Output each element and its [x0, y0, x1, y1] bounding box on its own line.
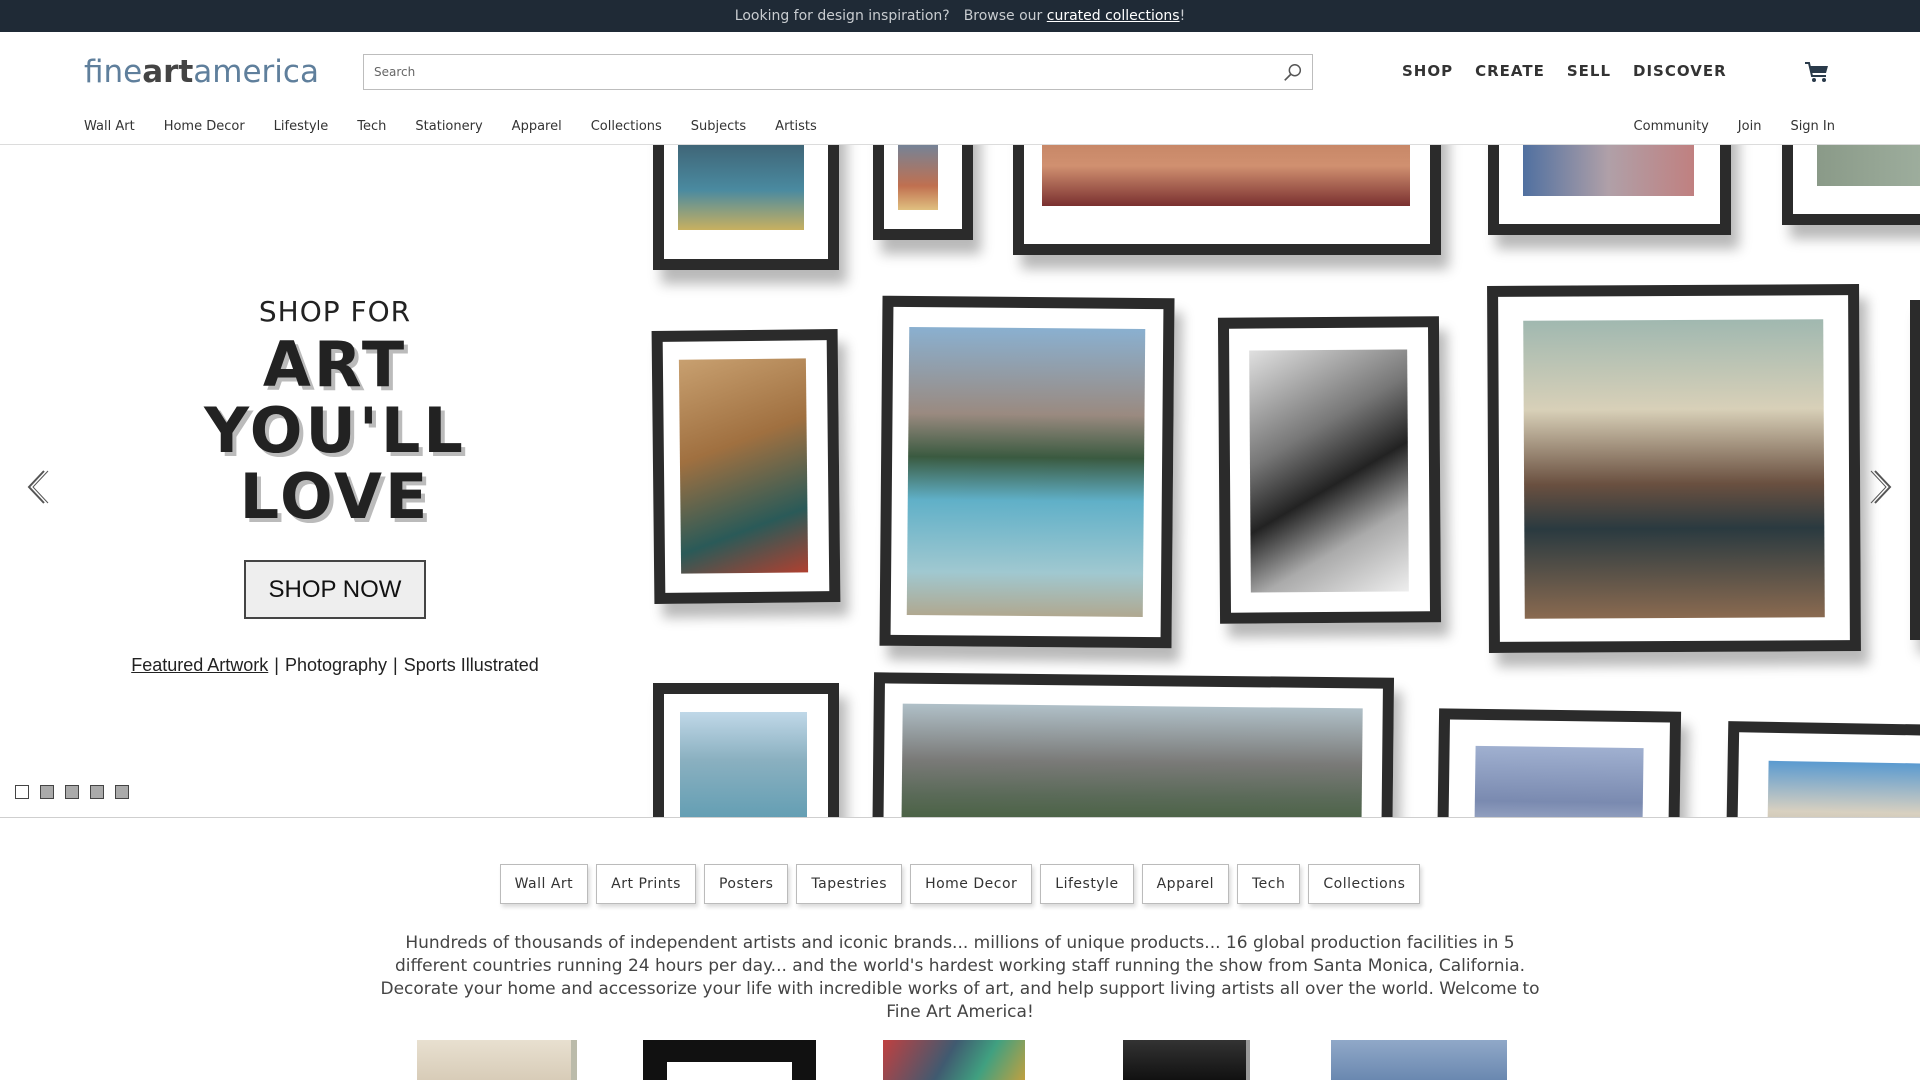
- framed-artwork: [653, 683, 839, 817]
- subnav-artists[interactable]: Artists: [775, 119, 817, 134]
- hero-kicker: SHOP FOR: [258, 295, 412, 328]
- framed-artwork: [1725, 721, 1920, 817]
- framed-artwork: [1488, 145, 1731, 235]
- shop-now-button[interactable]: SHOP NOW: [244, 560, 426, 619]
- framed-artwork: [653, 145, 839, 270]
- nav-discover[interactable]: DISCOVER: [1633, 62, 1727, 80]
- subnav-stationery[interactable]: Stationery: [415, 119, 482, 134]
- nav-shop[interactable]: SHOP: [1402, 62, 1453, 80]
- promo-text: Looking for design inspiration?: [734, 8, 950, 24]
- prev-slide-icon[interactable]: [24, 467, 50, 507]
- curated-collections-link[interactable]: curated collections: [1047, 8, 1180, 24]
- search-input[interactable]: [364, 55, 1312, 89]
- account-nav: Community Join Sign In: [1634, 119, 1835, 134]
- nav-sign-in[interactable]: Sign In: [1790, 119, 1835, 134]
- slide-dot-2[interactable]: [40, 785, 54, 799]
- category-lifestyle[interactable]: Lifestyle: [1040, 864, 1134, 904]
- product-thumbnail[interactable]: [417, 1040, 577, 1080]
- sub-nav: Wall Art Home Decor Lifestyle Tech Stati…: [84, 119, 817, 134]
- framed-artwork: [1910, 300, 1920, 640]
- framed-artwork: [1436, 708, 1682, 817]
- subnav-apparel[interactable]: Apparel: [512, 119, 562, 134]
- hero-banner: SHOP FOR ART YOU'LL LOVE SHOP NOW Featur…: [0, 145, 1920, 818]
- hero-text-block: SHOP FOR ART YOU'LL LOVE SHOP NOW Featur…: [130, 295, 540, 676]
- hero-headline: ART YOU'LL LOVE: [204, 328, 466, 533]
- category-buttons: Wall Art Art Prints Posters Tapestries H…: [0, 864, 1920, 904]
- category-collections[interactable]: Collections: [1308, 864, 1421, 904]
- nav-create[interactable]: CREATE: [1475, 62, 1545, 80]
- hero-links: Featured Artwork | Photography | Sports Illu…: [131, 655, 539, 675]
- framed-artwork: [1013, 145, 1441, 255]
- category-tapestries[interactable]: Tapestries: [796, 864, 903, 904]
- product-thumbnail[interactable]: [643, 1040, 816, 1080]
- product-thumbnail[interactable]: [883, 1040, 1025, 1080]
- promo-browse: Browse our curated collections!: [963, 8, 1186, 24]
- category-apparel[interactable]: Apparel: [1141, 864, 1229, 904]
- subnav-lifestyle[interactable]: Lifestyle: [274, 119, 329, 134]
- framed-artwork: [873, 145, 973, 240]
- category-wall-art[interactable]: Wall Art: [499, 864, 589, 904]
- nav-join[interactable]: Join: [1738, 119, 1762, 134]
- promo-bar: Looking for design inspiration? Browse o…: [0, 0, 1920, 32]
- slide-indicators: [15, 785, 129, 799]
- site-header: fineartamerica SHOP CREATE SELL DISCOVER…: [0, 32, 1920, 145]
- subnav-tech[interactable]: Tech: [357, 119, 386, 134]
- subnav-home-decor[interactable]: Home Decor: [164, 119, 245, 134]
- search-box: [363, 54, 1313, 90]
- subnav-collections[interactable]: Collections: [591, 119, 662, 134]
- category-home-decor[interactable]: Home Decor: [910, 864, 1033, 904]
- slide-dot-4[interactable]: [90, 785, 104, 799]
- link-sports-illustrated[interactable]: Sports Illustrated: [404, 655, 539, 675]
- nav-community[interactable]: Community: [1634, 119, 1709, 134]
- framed-artwork: [1782, 145, 1920, 225]
- framed-artwork: [879, 295, 1175, 649]
- framed-artwork: [1487, 284, 1861, 653]
- logo[interactable]: fineartamerica: [84, 54, 319, 90]
- product-thumbnail[interactable]: [1123, 1040, 1250, 1080]
- cart-icon[interactable]: [1804, 60, 1830, 84]
- subnav-wall-art[interactable]: Wall Art: [84, 119, 135, 134]
- search-icon[interactable]: [1282, 62, 1304, 84]
- slide-dot-5[interactable]: [115, 785, 129, 799]
- intro-blurb: Hundreds of thousands of independent art…: [380, 933, 1540, 1022]
- product-thumbnail[interactable]: [1331, 1040, 1507, 1080]
- category-posters[interactable]: Posters: [703, 864, 789, 904]
- slide-dot-1[interactable]: [15, 785, 29, 799]
- main-nav: SHOP CREATE SELL DISCOVER: [1402, 62, 1727, 80]
- link-photography[interactable]: Photography: [285, 655, 387, 675]
- subnav-subjects[interactable]: Subjects: [691, 119, 746, 134]
- framed-artwork: [651, 329, 841, 604]
- category-tech[interactable]: Tech: [1237, 864, 1301, 904]
- framed-artwork: [871, 672, 1395, 817]
- framed-artwork: [1217, 316, 1442, 624]
- link-featured-artwork[interactable]: Featured Artwork: [131, 655, 268, 675]
- next-slide-icon[interactable]: [1869, 467, 1895, 507]
- category-art-prints[interactable]: Art Prints: [596, 864, 696, 904]
- nav-sell[interactable]: SELL: [1567, 62, 1611, 80]
- slide-dot-3[interactable]: [65, 785, 79, 799]
